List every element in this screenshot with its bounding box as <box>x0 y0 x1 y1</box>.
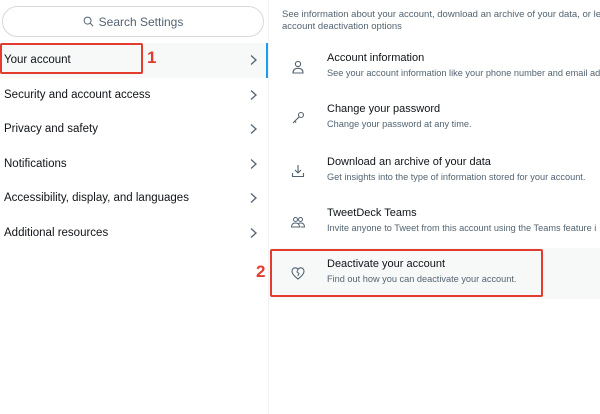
row-title: TweetDeck Teams <box>327 207 417 219</box>
row-subtitle: Change your password at any time. <box>327 119 472 129</box>
menu-item-label: Notifications <box>4 157 67 170</box>
chevron-right-icon <box>250 193 257 204</box>
menu-item-label: Security and account access <box>4 88 151 101</box>
intro-line-1: See information about your account, down… <box>282 9 600 20</box>
menu-item-notifications[interactable]: Notifications <box>0 147 268 182</box>
row-subtitle: See your account information like your p… <box>327 68 600 78</box>
row-title: Account information <box>327 52 425 64</box>
row-title: Download an archive of your data <box>327 156 491 168</box>
download-icon <box>291 165 305 178</box>
broken-heart-icon <box>291 267 305 280</box>
person-icon <box>292 60 304 74</box>
row-title: Deactivate your account <box>327 258 446 270</box>
change-password-row[interactable]: Change your password Change your passwor… <box>270 93 600 144</box>
account-information-row[interactable]: Account information See your account inf… <box>270 42 600 93</box>
chevron-right-icon <box>250 89 257 100</box>
chevron-right-icon <box>250 55 257 66</box>
column-divider <box>268 0 269 414</box>
row-subtitle: Find out how you can deactivate your acc… <box>327 274 517 284</box>
settings-menu: Your account Security and account access… <box>0 43 268 250</box>
account-intro: See information about your account, down… <box>282 9 600 33</box>
row-subtitle: Get insights into the type of informatio… <box>327 172 586 182</box>
row-title: Change your password <box>327 103 441 115</box>
menu-item-additional-resources[interactable]: Additional resources <box>0 216 268 251</box>
search-icon <box>83 16 94 27</box>
annotation-step-1: 1 <box>147 48 157 67</box>
menu-item-label: Privacy and safety <box>4 123 98 136</box>
menu-item-label: Additional resources <box>4 226 109 239</box>
search-settings-input[interactable]: Search Settings <box>2 6 264 37</box>
deactivate-account-row[interactable]: Deactivate your account Find out how you… <box>270 248 600 299</box>
annotation-step-2: 2 <box>256 262 266 281</box>
settings-sidebar: Search Settings Your account Security an… <box>0 0 268 414</box>
tweetdeck-teams-row[interactable]: TweetDeck Teams Invite anyone to Tweet f… <box>270 197 600 248</box>
menu-item-security[interactable]: Security and account access <box>0 78 268 113</box>
menu-item-accessibility[interactable]: Accessibility, display, and languages <box>0 181 268 216</box>
menu-item-label: Your account <box>4 54 71 67</box>
search-placeholder: Search Settings <box>98 14 184 29</box>
your-account-panel: See information about your account, down… <box>270 0 600 414</box>
key-icon <box>292 111 305 124</box>
chevron-right-icon <box>250 124 257 135</box>
chevron-right-icon <box>250 158 257 169</box>
download-archive-row[interactable]: Download an archive of your data Get ins… <box>270 146 600 197</box>
menu-item-your-account[interactable]: Your account <box>0 43 268 78</box>
intro-line-2: account deactivation options <box>282 21 402 32</box>
chevron-right-icon <box>250 227 257 238</box>
row-subtitle: Invite anyone to Tweet from this account… <box>327 223 597 233</box>
menu-item-label: Accessibility, display, and languages <box>4 192 189 205</box>
people-icon <box>290 217 306 228</box>
menu-item-privacy[interactable]: Privacy and safety <box>0 112 268 147</box>
